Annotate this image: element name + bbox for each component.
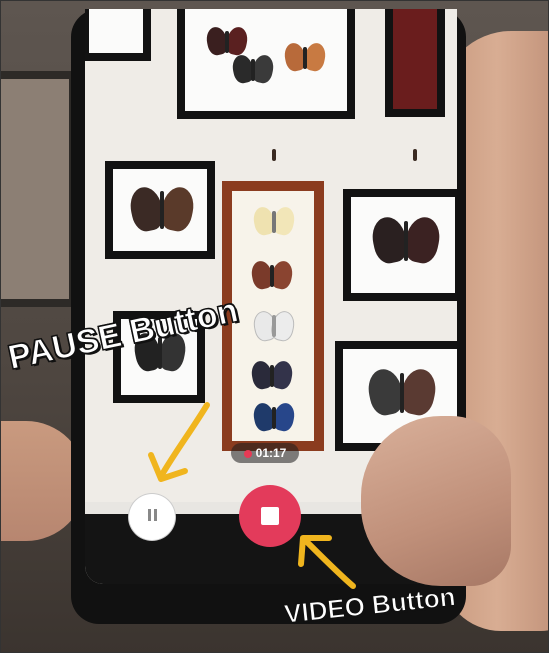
butterfly-specimen (251, 205, 297, 237)
butterfly-frame (385, 9, 445, 117)
stop-icon (261, 507, 279, 525)
butterfly-frame (343, 189, 457, 301)
butterfly-specimen (282, 41, 328, 73)
butterfly-frame (177, 9, 355, 119)
butterfly-frame (85, 9, 151, 61)
wall-nail (272, 149, 276, 161)
butterfly-specimen (364, 366, 440, 418)
butterfly-specimen (249, 259, 295, 291)
video-arrow-icon (298, 535, 356, 589)
recording-dot-icon (243, 449, 252, 458)
wall-nail (413, 149, 417, 161)
photo-scene: 01:17 PAUSE Button VIDEO Button (0, 0, 549, 653)
butterfly-frame (105, 161, 215, 259)
elapsed-time: 01:17 (255, 446, 287, 460)
pause-button[interactable] (129, 494, 175, 540)
butterfly-specimen (368, 214, 444, 266)
thumb (361, 416, 511, 586)
recording-timer: 01:17 (231, 443, 299, 463)
pause-arrow-icon (148, 402, 210, 482)
background-frame (1, 71, 77, 307)
butterfly-specimen (126, 184, 198, 234)
pause-icon (146, 508, 158, 526)
butterfly-specimen (251, 309, 297, 343)
butterfly-specimen (249, 359, 295, 391)
butterfly-specimen (251, 401, 297, 433)
butterfly-specimen (204, 25, 250, 57)
butterfly-specimen (230, 53, 276, 85)
